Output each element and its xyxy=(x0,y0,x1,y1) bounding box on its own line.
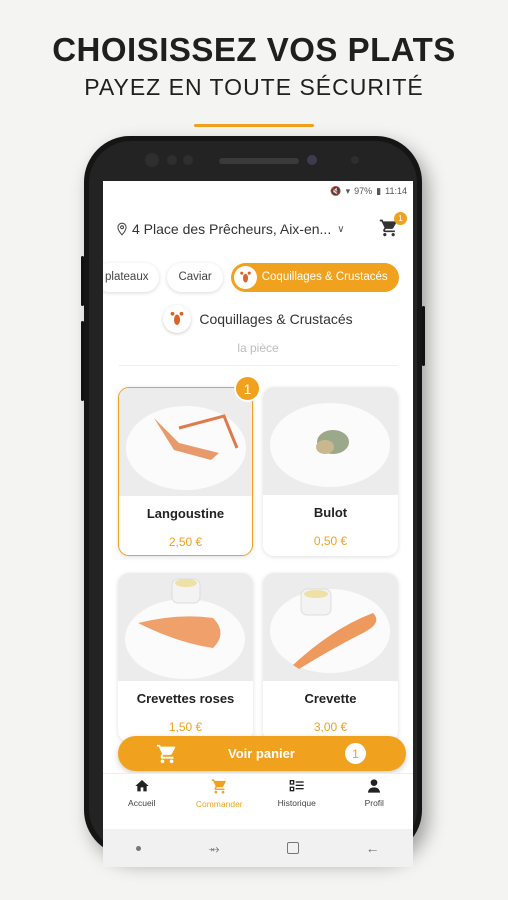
lobster-icon xyxy=(163,305,192,333)
home-button-icon[interactable] xyxy=(286,842,299,854)
location-bar: 4 Place des Prêcheurs, Aix-en... ∨ 1 xyxy=(103,201,413,257)
earpiece-speaker xyxy=(219,158,299,164)
promo-underline xyxy=(194,124,314,127)
status-bar: 🔇 ▾ 97% ▮ 11:14 xyxy=(103,181,413,201)
front-camera xyxy=(145,153,159,167)
product-card-langoustine[interactable]: Langoustine 2,50 € xyxy=(118,387,253,556)
nav-item-profil[interactable]: Profil xyxy=(336,774,414,817)
lobster-icon xyxy=(233,265,257,289)
category-tab-coquillages[interactable]: Coquillages & Crustacés xyxy=(230,262,399,292)
bixby-button xyxy=(81,321,84,401)
system-nav-bar: ⥇ ← xyxy=(103,829,413,867)
category-tab-plateaux[interactable]: plateaux xyxy=(103,262,160,292)
product-price: 3,00 € xyxy=(313,720,348,734)
product-price: 0,50 € xyxy=(313,534,348,548)
cart-count-badge: 1 xyxy=(345,743,366,764)
chevron-down-icon[interactable]: ∨ xyxy=(337,224,344,235)
product-card-crevettes-roses[interactable]: Crevettes roses 1,50 € xyxy=(118,573,253,742)
bottom-nav: Accueil Commander Historique Profil xyxy=(103,773,413,817)
battery-level: 97% xyxy=(354,186,373,196)
power-button xyxy=(422,306,425,366)
promo-header: CHOISISSEZ VOS PLATS PAYEZ EN TOUTE SÉCU… xyxy=(0,30,508,127)
category-tab-label: Coquillages & Crustacés xyxy=(261,271,388,283)
cart-icon xyxy=(211,779,226,794)
cart-count-badge: 1 xyxy=(394,212,407,225)
nav-item-commander[interactable]: Commander xyxy=(181,774,259,817)
view-cart-label: Voir panier xyxy=(228,746,295,761)
product-image xyxy=(263,573,398,681)
product-price: 2,50 € xyxy=(168,535,203,549)
recent-apps-icon[interactable]: ⥇ xyxy=(208,840,219,857)
product-name: Bulot xyxy=(313,505,348,520)
promo-headline: CHOISISSEZ VOS PLATS xyxy=(52,31,456,68)
map-pin-icon xyxy=(117,222,127,236)
section-header: Coquillages & Crustacés la pièce xyxy=(103,297,413,355)
wifi-icon: ▾ xyxy=(345,185,351,196)
category-tab-caviar[interactable]: Caviar xyxy=(167,262,223,292)
header-cart-button[interactable]: 1 xyxy=(379,212,407,240)
section-title: Coquillages & Crustacés xyxy=(199,311,353,327)
section-subtitle: la pièce xyxy=(237,341,279,355)
volume-button xyxy=(81,256,84,306)
clock: 11:14 xyxy=(385,186,407,196)
quantity-badge: 1 xyxy=(234,375,261,402)
app-screen: 🔇 ▾ 97% ▮ 11:14 4 Place des Prêcheurs, A… xyxy=(103,181,413,829)
back-arrow-icon[interactable]: ← xyxy=(365,840,379,856)
category-tabs: plateaux Caviar Coquillages & Crustacés xyxy=(103,257,413,297)
section-title-row: Coquillages & Crustacés xyxy=(163,305,353,333)
product-image xyxy=(263,387,398,495)
sensor xyxy=(351,156,359,164)
list-icon xyxy=(289,780,304,792)
product-name: Crevette xyxy=(304,691,357,706)
nav-label: Historique xyxy=(277,798,316,808)
person-icon xyxy=(368,779,381,793)
mute-icon: 🔇 xyxy=(330,185,342,196)
product-image xyxy=(119,388,252,496)
phone-frame: 🔇 ▾ 97% ▮ 11:14 4 Place des Prêcheurs, A… xyxy=(81,136,425,867)
sensor xyxy=(183,155,193,165)
category-tab-label: plateaux xyxy=(105,271,149,283)
view-cart-button[interactable]: Voir panier 1 xyxy=(118,736,406,771)
home-icon xyxy=(135,780,149,792)
nav-item-historique[interactable]: Historique xyxy=(258,774,336,817)
nav-label: Accueil xyxy=(128,798,156,808)
address-selector[interactable]: 4 Place des Prêcheurs, Aix-en... xyxy=(132,221,331,237)
product-name: Crevettes roses xyxy=(136,691,235,706)
cart-icon xyxy=(156,744,176,763)
nav-item-accueil[interactable]: Accueil xyxy=(103,774,181,817)
battery-icon: ▮ xyxy=(376,185,382,196)
product-card-crevette[interactable]: Crevette 3,00 € xyxy=(263,573,398,742)
nav-label: Profil xyxy=(364,798,384,808)
product-name: Langoustine xyxy=(146,506,225,521)
dot-icon[interactable] xyxy=(136,845,142,851)
sensor xyxy=(167,155,177,165)
category-tab-label: Caviar xyxy=(178,271,212,283)
promo-subheadline: PAYEZ EN TOUTE SÉCURITÉ xyxy=(84,74,424,100)
product-image xyxy=(118,573,253,681)
nav-label: Commander xyxy=(195,799,243,809)
product-card-bulot[interactable]: Bulot 0,50 € xyxy=(263,387,398,556)
section-divider xyxy=(119,365,397,366)
iris-sensor xyxy=(307,155,317,165)
phone-bezel: 🔇 ▾ 97% ▮ 11:14 4 Place des Prêcheurs, A… xyxy=(89,141,417,867)
product-price: 1,50 € xyxy=(168,720,203,734)
